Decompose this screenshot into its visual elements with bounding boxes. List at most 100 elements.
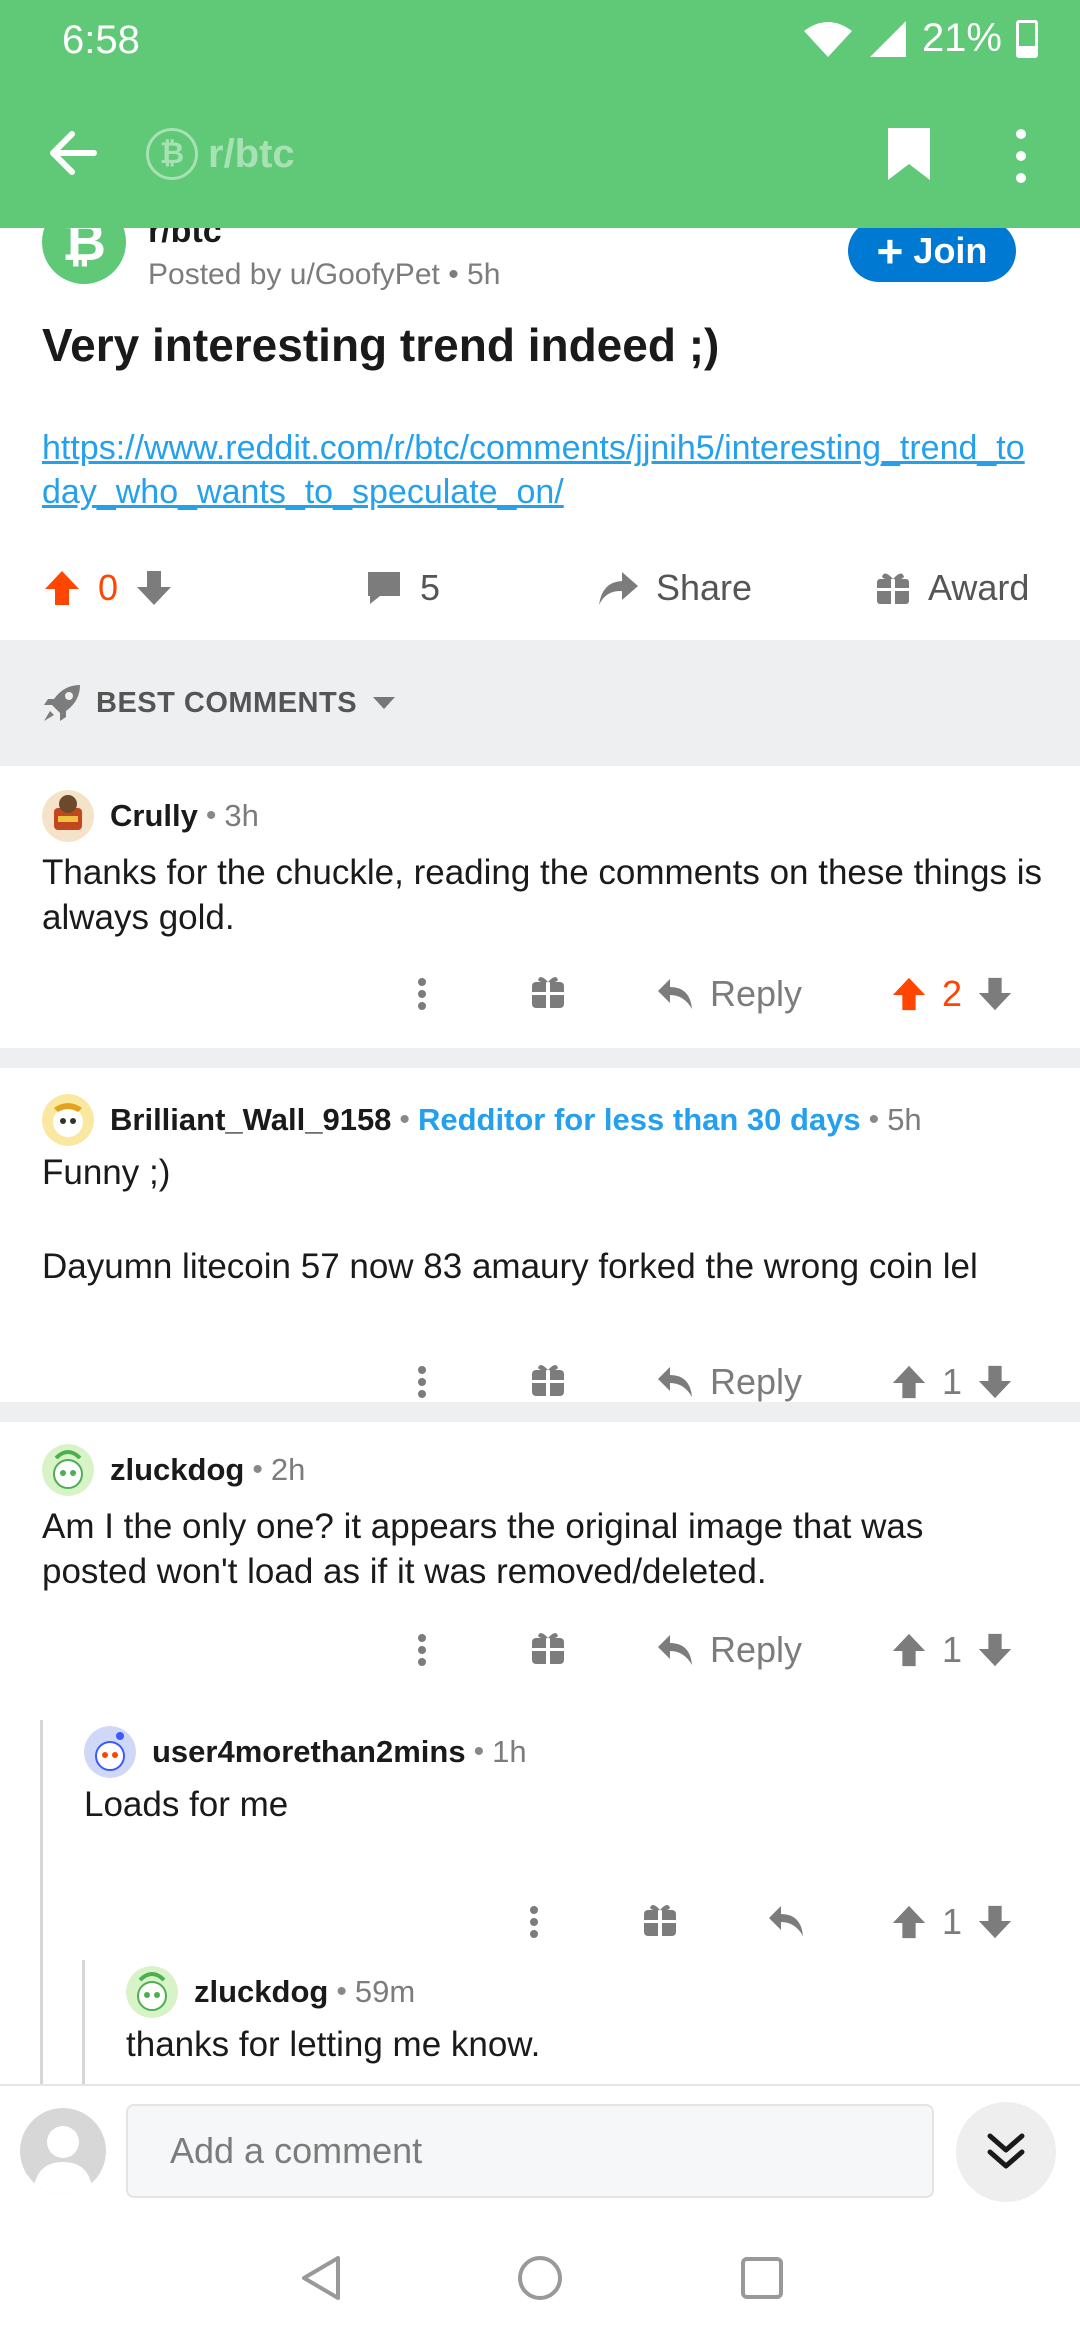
comment-body-line: Dayumn litecoin 57 now 83 amaury forked …: [42, 1247, 978, 1286]
downvote-icon[interactable]: [976, 975, 1014, 1013]
battery-percent: 21%: [921, 16, 1002, 60]
post-actions: 0 5 Share Award: [0, 552, 1080, 624]
comment-age: 1h: [492, 1734, 527, 1769]
avatar[interactable]: [42, 1444, 94, 1496]
post-score: 0: [98, 567, 119, 608]
comment-age: 59m: [354, 1974, 416, 2009]
bookmark-icon[interactable]: [886, 126, 932, 182]
comment-vote: 2: [890, 962, 1014, 1026]
reply-label: Reply: [710, 1629, 803, 1670]
sort-bar[interactable]: BEST COMMENTS: [0, 640, 1080, 766]
avatar[interactable]: [126, 1966, 178, 2018]
comment-author[interactable]: user4morethan2mins: [152, 1734, 466, 1770]
comment-author[interactable]: zluckdog: [194, 1974, 328, 2010]
comment-score: 1: [942, 1361, 963, 1402]
downvote-icon[interactable]: [976, 1631, 1014, 1669]
comment-input[interactable]: Add a comment: [126, 2104, 934, 2198]
share-button[interactable]: Share: [596, 552, 752, 624]
reply-icon: [658, 1635, 692, 1665]
comment-score: 1: [942, 1901, 963, 1942]
more-vertical-icon[interactable]: [414, 1618, 430, 1682]
back-arrow-icon[interactable]: [42, 122, 104, 184]
join-button[interactable]: + Join: [848, 220, 1016, 282]
join-label: Join: [913, 230, 988, 271]
comment-body: Loads for me: [84, 1785, 289, 1824]
avatar[interactable]: [42, 1094, 94, 1146]
comment-actions: Reply 2: [0, 962, 1080, 1026]
signal-icon: [869, 20, 906, 57]
plus-icon: +: [876, 225, 904, 277]
reply-button[interactable]: Reply: [656, 1618, 802, 1682]
gift-icon[interactable]: [530, 962, 566, 1026]
wifi-icon: [803, 21, 852, 57]
comment-vote: 1: [890, 1890, 1014, 1954]
comment-author[interactable]: Brilliant_Wall_9158: [110, 1102, 391, 1138]
comment-age: 5h: [887, 1102, 922, 1137]
subreddit-chip[interactable]: ₿ r/btc: [146, 128, 295, 180]
comment-author[interactable]: zluckdog: [110, 1452, 244, 1488]
nav-recents-icon[interactable]: [736, 2252, 788, 2304]
comment-icon: [368, 572, 400, 604]
reply-icon: [658, 979, 692, 1009]
sort-label: BEST COMMENTS: [96, 686, 358, 719]
comment-score: 2: [942, 973, 963, 1014]
app-bar: 6:58 21% ₿ r/btc: [0, 0, 1080, 228]
comment-actions: 1: [0, 1890, 1080, 1954]
comment-age: 2h: [270, 1452, 306, 1487]
upvote-icon[interactable]: [42, 568, 82, 608]
comment-header: zluckdog • 59m: [126, 1966, 415, 2018]
more-vertical-icon[interactable]: [526, 1890, 542, 1954]
nav-back-icon[interactable]: [296, 2252, 348, 2304]
user-flair: Redditor for less than 30 days: [417, 1102, 861, 1137]
award-label: Award: [928, 567, 1030, 608]
posted-by[interactable]: Posted by u/GoofyPet: [148, 258, 440, 291]
share-label: Share: [656, 567, 753, 608]
collapse-button[interactable]: [956, 2102, 1056, 2202]
reply-icon[interactable]: [766, 1890, 806, 1954]
comments-button[interactable]: 5: [364, 552, 440, 624]
post-meta: Posted by u/GoofyPet • 5h: [148, 258, 501, 291]
divider: [0, 1402, 1080, 1422]
downvote-icon[interactable]: [134, 568, 174, 608]
chevron-down-icon: [373, 697, 396, 709]
divider: [0, 1048, 1080, 1068]
user-silhouette-icon: [33, 2126, 93, 2194]
avatar[interactable]: [20, 2108, 106, 2194]
comment-count: 5: [420, 567, 441, 608]
award-button[interactable]: Award: [874, 552, 1029, 624]
avatar[interactable]: [84, 1726, 136, 1778]
more-vertical-icon[interactable]: [414, 962, 430, 1026]
post-vote: 0: [42, 552, 174, 624]
comment-body: Thanks for the chuckle, reading the comm…: [42, 853, 1042, 937]
status-icons: 21%: [802, 16, 1038, 61]
reply-label: Reply: [710, 1361, 803, 1402]
subreddit-chip-label: r/btc: [208, 131, 295, 176]
upvote-icon[interactable]: [890, 1363, 928, 1401]
gift-icon[interactable]: [642, 1890, 678, 1954]
reply-button[interactable]: Reply: [656, 962, 802, 1026]
gift-icon[interactable]: [530, 1618, 566, 1682]
compose-bar: Add a comment: [0, 2084, 1080, 2216]
downvote-icon[interactable]: [976, 1363, 1014, 1401]
downvote-icon[interactable]: [976, 1903, 1014, 1941]
bitcoin-icon: ₿: [146, 128, 198, 180]
comment-header: Brilliant_Wall_9158 • Redditor for less …: [42, 1094, 922, 1146]
comment-body: Am I the only one? it appears the origin…: [42, 1507, 924, 1591]
comment-actions: Reply 1: [0, 1618, 1080, 1682]
double-chevron-down-icon: [987, 2133, 1025, 2169]
comment-body-line: Funny ;): [42, 1153, 171, 1192]
upvote-icon[interactable]: [890, 1631, 928, 1669]
post-link[interactable]: https://www.reddit.com/r/btc/comments/jj…: [42, 426, 1042, 514]
screen: 6:58 21% ₿ r/btc ₿ r/btc Posted by u/Goo…: [0, 0, 1080, 2340]
gift-icon: [877, 573, 909, 604]
more-vertical-icon[interactable]: [1006, 126, 1036, 186]
upvote-icon[interactable]: [890, 975, 928, 1013]
post-title: Very interesting trend indeed ;): [42, 319, 720, 371]
nav-home-icon[interactable]: [514, 2252, 566, 2304]
comment-author[interactable]: Crully: [110, 798, 198, 834]
comment-header: zluckdog • 2h: [42, 1444, 305, 1496]
upvote-icon[interactable]: [890, 1903, 928, 1941]
share-icon: [599, 572, 638, 605]
avatar[interactable]: [42, 790, 94, 842]
comment-header: Crully • 3h: [42, 790, 259, 842]
